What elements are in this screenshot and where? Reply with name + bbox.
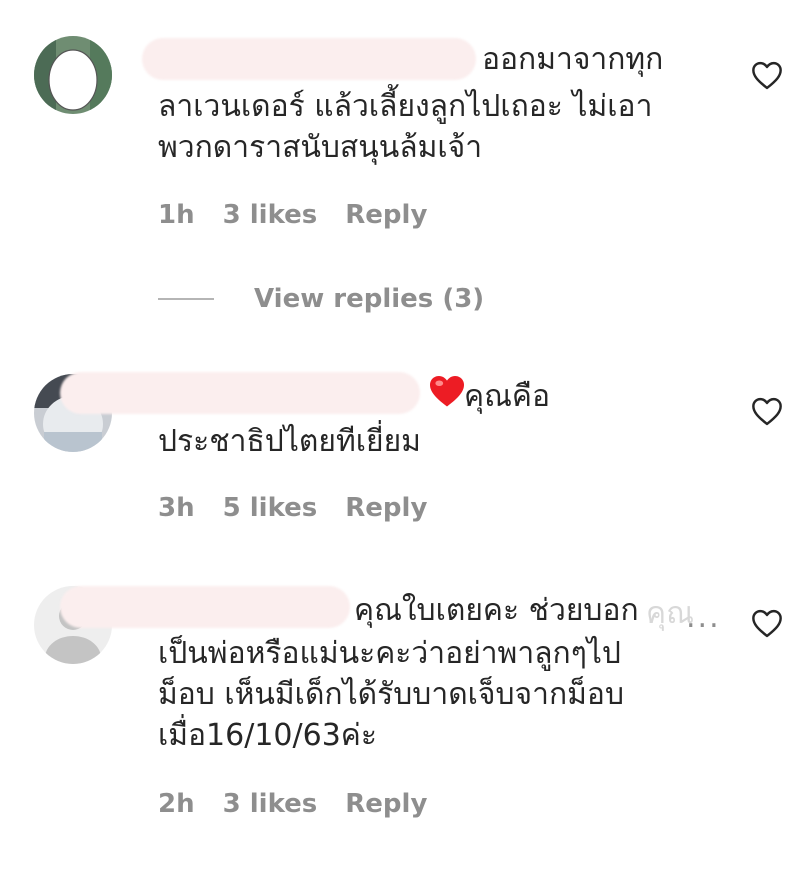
avatar[interactable]: [34, 36, 112, 114]
comment-time: 3h: [158, 493, 195, 523]
reply-button[interactable]: Reply: [345, 200, 427, 230]
more-button[interactable]: ...: [686, 600, 721, 635]
username-blurred[interactable]: [60, 586, 350, 628]
comment-meta: 2h 3 likes Reply: [158, 789, 455, 819]
likes-count[interactable]: 5 likes: [223, 493, 318, 523]
heart-outline-icon[interactable]: [750, 396, 784, 426]
red-heart-emoji-icon: [428, 374, 466, 412]
comment-text-line: คุณคือ: [464, 379, 550, 414]
reply-button[interactable]: Reply: [345, 493, 427, 523]
username-blurred[interactable]: [60, 372, 420, 414]
comment-text-line: พวกดาราสนับสนุนล้มเจ้า: [158, 130, 483, 165]
heart-outline-icon[interactable]: [750, 608, 784, 638]
username-blurred[interactable]: [142, 38, 476, 80]
reply-button[interactable]: Reply: [345, 789, 427, 819]
view-replies-button[interactable]: View replies (3): [158, 284, 484, 314]
likes-count[interactable]: 3 likes: [223, 789, 318, 819]
comment-meta: 1h 3 likes Reply: [158, 200, 455, 230]
comment-text-line: ประชาธิปไตยทีเยี่ยม: [158, 424, 421, 459]
divider-line: [158, 298, 214, 300]
likes-count[interactable]: 3 likes: [223, 200, 318, 230]
comment-text-line: คุณใบเตยคะ ช่วยบอก: [354, 593, 639, 628]
comment-text-line: ออกมาจากทุก: [482, 42, 664, 77]
comment-meta: 3h 5 likes Reply: [158, 493, 455, 523]
comment-text-line: ลาเวนเดอร์ แล้วเลี้ยงลูกไปเถอะ ไม่เอา: [158, 89, 653, 124]
comment-time: 1h: [158, 200, 195, 230]
heart-outline-icon[interactable]: [750, 60, 784, 90]
comment-time: 2h: [158, 789, 195, 819]
comment-text-line: เป็นพ่อหรือแม่นะคะว่าอย่าพาลูกๆไป: [158, 636, 621, 671]
comment-text-line: เมื่อ16/10/63ค่ะ: [158, 718, 377, 753]
view-replies-label: View replies (3): [254, 284, 485, 314]
comment-text-line: ม็อบ เห็นมีเด็กได้รับบาดเจ็บจากม็อบ: [158, 677, 624, 712]
